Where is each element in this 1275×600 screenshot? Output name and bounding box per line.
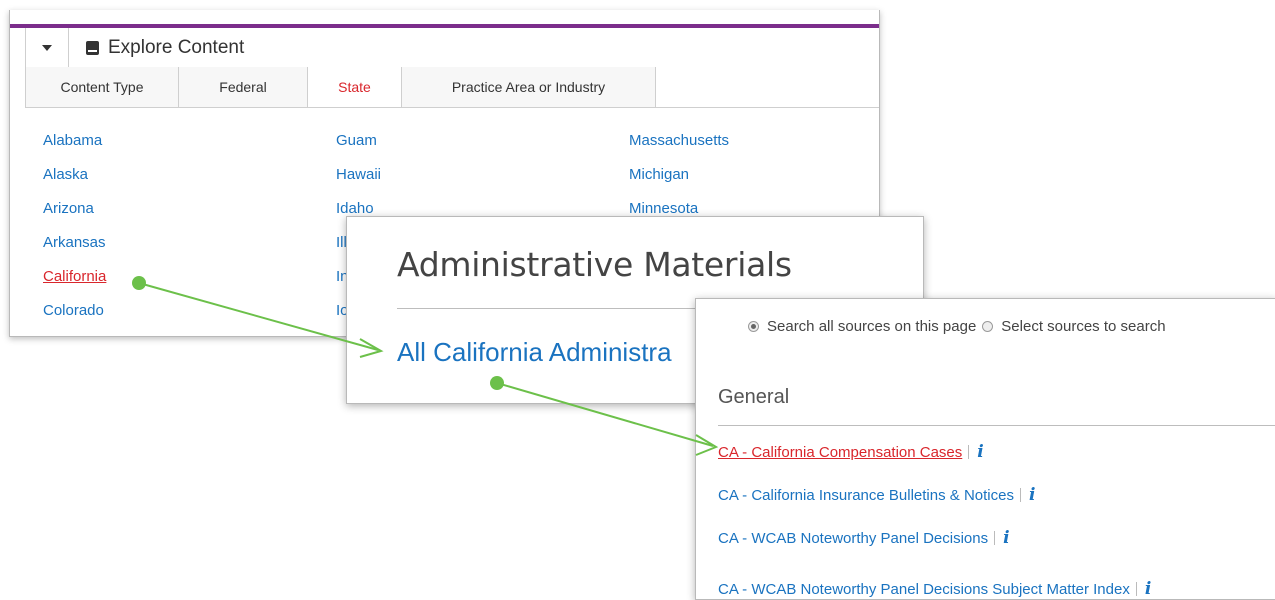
state-link[interactable]: Minnesota — [629, 200, 698, 217]
explore-title: Explore Content — [86, 28, 244, 67]
state-link[interactable]: Arizona — [43, 200, 94, 217]
state-link[interactable]: Hawaii — [336, 166, 381, 183]
info-icon[interactable]: i — [1003, 528, 1009, 548]
book-icon — [86, 40, 99, 55]
info-icon[interactable]: i — [1145, 579, 1151, 599]
separator — [1019, 488, 1021, 502]
info-icon[interactable]: i — [977, 442, 983, 462]
tab-federal[interactable]: Federal — [179, 67, 308, 107]
state-link[interactable]: Colorado — [43, 302, 104, 319]
separator — [994, 531, 996, 545]
source-link[interactable]: CA - California Compensation Cases — [718, 444, 962, 461]
state-link[interactable]: Guam — [336, 132, 377, 149]
source-item: CA - WCAB Noteworthy Panel Decisions Sub… — [718, 579, 1151, 599]
source-item: CA - WCAB Noteworthy Panel Decisions i — [718, 528, 1010, 548]
radio-search-all-label[interactable]: Search all sources on this page — [767, 318, 976, 335]
state-link[interactable]: Alaska — [43, 166, 88, 183]
admin-title: Administrative Materials — [397, 245, 792, 284]
divider — [718, 425, 1275, 426]
sources-panel: Search all sources on this page Select s… — [695, 298, 1275, 600]
explore-title-text: Explore Content — [108, 36, 245, 58]
state-link[interactable]: Idaho — [336, 200, 374, 217]
content-tabs: Content Type Federal State Practice Area… — [25, 67, 879, 108]
state-link-california[interactable]: California — [43, 268, 106, 285]
tab-content-type[interactable]: Content Type — [26, 67, 179, 107]
explore-header: Explore Content — [25, 28, 879, 68]
source-link[interactable]: CA - California Insurance Bulletins & No… — [718, 487, 1014, 504]
tab-state[interactable]: State — [308, 67, 402, 107]
state-link[interactable]: Michigan — [629, 166, 689, 183]
source-link[interactable]: CA - WCAB Noteworthy Panel Decisions Sub… — [718, 581, 1130, 598]
separator — [968, 445, 970, 459]
tab-practice-area[interactable]: Practice Area or Industry — [402, 67, 656, 107]
tab-filler — [656, 67, 879, 107]
radio-select-sources-label[interactable]: Select sources to search — [1001, 318, 1165, 335]
section-heading: General — [718, 386, 790, 408]
all-california-admin-link[interactable]: All California Administra — [397, 337, 672, 368]
search-scope-radios: Search all sources on this page Select s… — [748, 318, 1172, 335]
state-link[interactable]: Arkansas — [43, 234, 106, 251]
caret-down-icon — [42, 44, 52, 51]
state-link[interactable]: Massachusetts — [629, 132, 729, 149]
state-link[interactable]: Alabama — [43, 132, 102, 149]
source-link[interactable]: CA - WCAB Noteworthy Panel Decisions — [718, 530, 988, 547]
source-item: CA - California Insurance Bulletins & No… — [718, 485, 1035, 505]
collapse-toggle[interactable] — [26, 28, 69, 67]
separator — [1135, 582, 1137, 596]
source-item: CA - California Compensation Cases i — [718, 442, 984, 462]
radio-select-sources[interactable] — [982, 321, 994, 332]
info-icon[interactable]: i — [1029, 485, 1035, 505]
radio-search-all[interactable] — [748, 321, 759, 332]
